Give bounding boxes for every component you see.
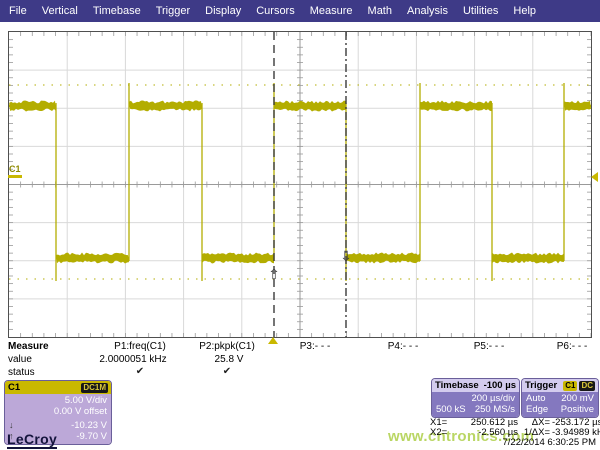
menu-trigger[interactable]: Trigger xyxy=(156,5,190,17)
menu-file[interactable]: File xyxy=(9,5,27,17)
menu-bar: File Vertical Timebase Trigger Display C… xyxy=(0,0,600,22)
measure-p1-status-icon: ✔ xyxy=(136,366,144,377)
waveform-display[interactable]: ⇧⇩ xyxy=(8,31,592,338)
waveform-trace-svg: ⇧⇩ xyxy=(9,32,591,337)
measure-p6-label[interactable]: P6:- - - xyxy=(557,341,588,352)
measure-p2-status-icon: ✔ xyxy=(223,366,231,377)
menu-utilities[interactable]: Utilities xyxy=(463,5,498,17)
trigger-type: Edge xyxy=(526,404,548,415)
trigger-mode: Auto xyxy=(526,393,546,404)
cursor1-marker-icon: ↓ xyxy=(9,420,14,431)
menu-vertical[interactable]: Vertical xyxy=(42,5,78,17)
trigger-box[interactable]: Trigger C1 DC Auto 200 mV Edge Positive xyxy=(522,379,598,417)
timebase-box[interactable]: Timebase -100 µs 200 µs/div 500 kS 250 M… xyxy=(432,379,519,417)
cursor-readout: X1= 250.612 µs ΔX= -253.172 µs X2= -2.56… xyxy=(430,418,598,438)
measure-row-label: Measure xyxy=(8,341,49,352)
measure-p2-label[interactable]: P2:pkpk(C1) xyxy=(199,341,255,352)
trigger-level: 200 mV xyxy=(561,393,594,404)
measure-p4-label[interactable]: P4:- - - xyxy=(388,341,419,352)
menu-display[interactable]: Display xyxy=(205,5,241,17)
measure-value-label: value xyxy=(8,354,32,365)
oscilloscope-screen: File Vertical Timebase Trigger Display C… xyxy=(0,0,600,450)
channel-coupling-badge: DC1M xyxy=(81,383,108,393)
measure-p3-label[interactable]: P3:- - - xyxy=(300,341,331,352)
channel-name: C1 xyxy=(8,382,20,393)
trigger-slope: Positive xyxy=(561,404,594,415)
timebase-samples: 500 kS xyxy=(436,404,466,415)
menu-cursors[interactable]: Cursors xyxy=(256,5,295,17)
measure-p5-label[interactable]: P5:- - - xyxy=(474,341,505,352)
channel-zero-label: C1 xyxy=(9,164,21,174)
cursor1-voltage: -10.23 V xyxy=(71,420,107,431)
measure-p2-value: 25.8 V xyxy=(215,354,244,365)
timebase-tdiv: 200 µs/div xyxy=(436,393,515,404)
menu-help[interactable]: Help xyxy=(513,5,536,17)
menu-timebase[interactable]: Timebase xyxy=(93,5,141,17)
channel-vdiv: 5.00 V/div xyxy=(9,395,107,406)
menu-analysis[interactable]: Analysis xyxy=(407,5,448,17)
trigger-level-icon[interactable] xyxy=(591,172,598,182)
cursor-x1-down-arrow-icon[interactable]: ⇩ xyxy=(340,249,352,265)
trigger-coupling-badge: DC xyxy=(579,381,595,391)
timebase-title: Timebase xyxy=(435,380,479,391)
cursor2-voltage: -9.70 V xyxy=(76,431,107,442)
channel-zero-marker-icon xyxy=(8,175,22,178)
measure-p1-value: 2.0000051 kHz xyxy=(99,354,166,365)
cursor-x2-up-arrow-icon[interactable]: ⇧ xyxy=(268,267,280,283)
measure-p1-label[interactable]: P1:freq(C1) xyxy=(114,341,166,352)
trigger-source-badge: C1 xyxy=(563,381,577,391)
measure-status-label: status xyxy=(8,367,35,378)
lecroy-logo: LeCroy xyxy=(7,431,57,449)
timestamp: 7/22/2014 6:30:25 PM xyxy=(503,437,597,448)
trigger-title: Trigger xyxy=(525,380,557,391)
menu-measure[interactable]: Measure xyxy=(310,5,353,17)
trigger-position-icon[interactable] xyxy=(268,337,278,344)
timebase-delay: -100 µs xyxy=(484,380,516,391)
timebase-rate: 250 MS/s xyxy=(475,404,515,415)
menu-math[interactable]: Math xyxy=(368,5,392,17)
channel-offset: 0.00 V offset xyxy=(9,406,107,417)
x2-label: X2= xyxy=(430,428,456,438)
